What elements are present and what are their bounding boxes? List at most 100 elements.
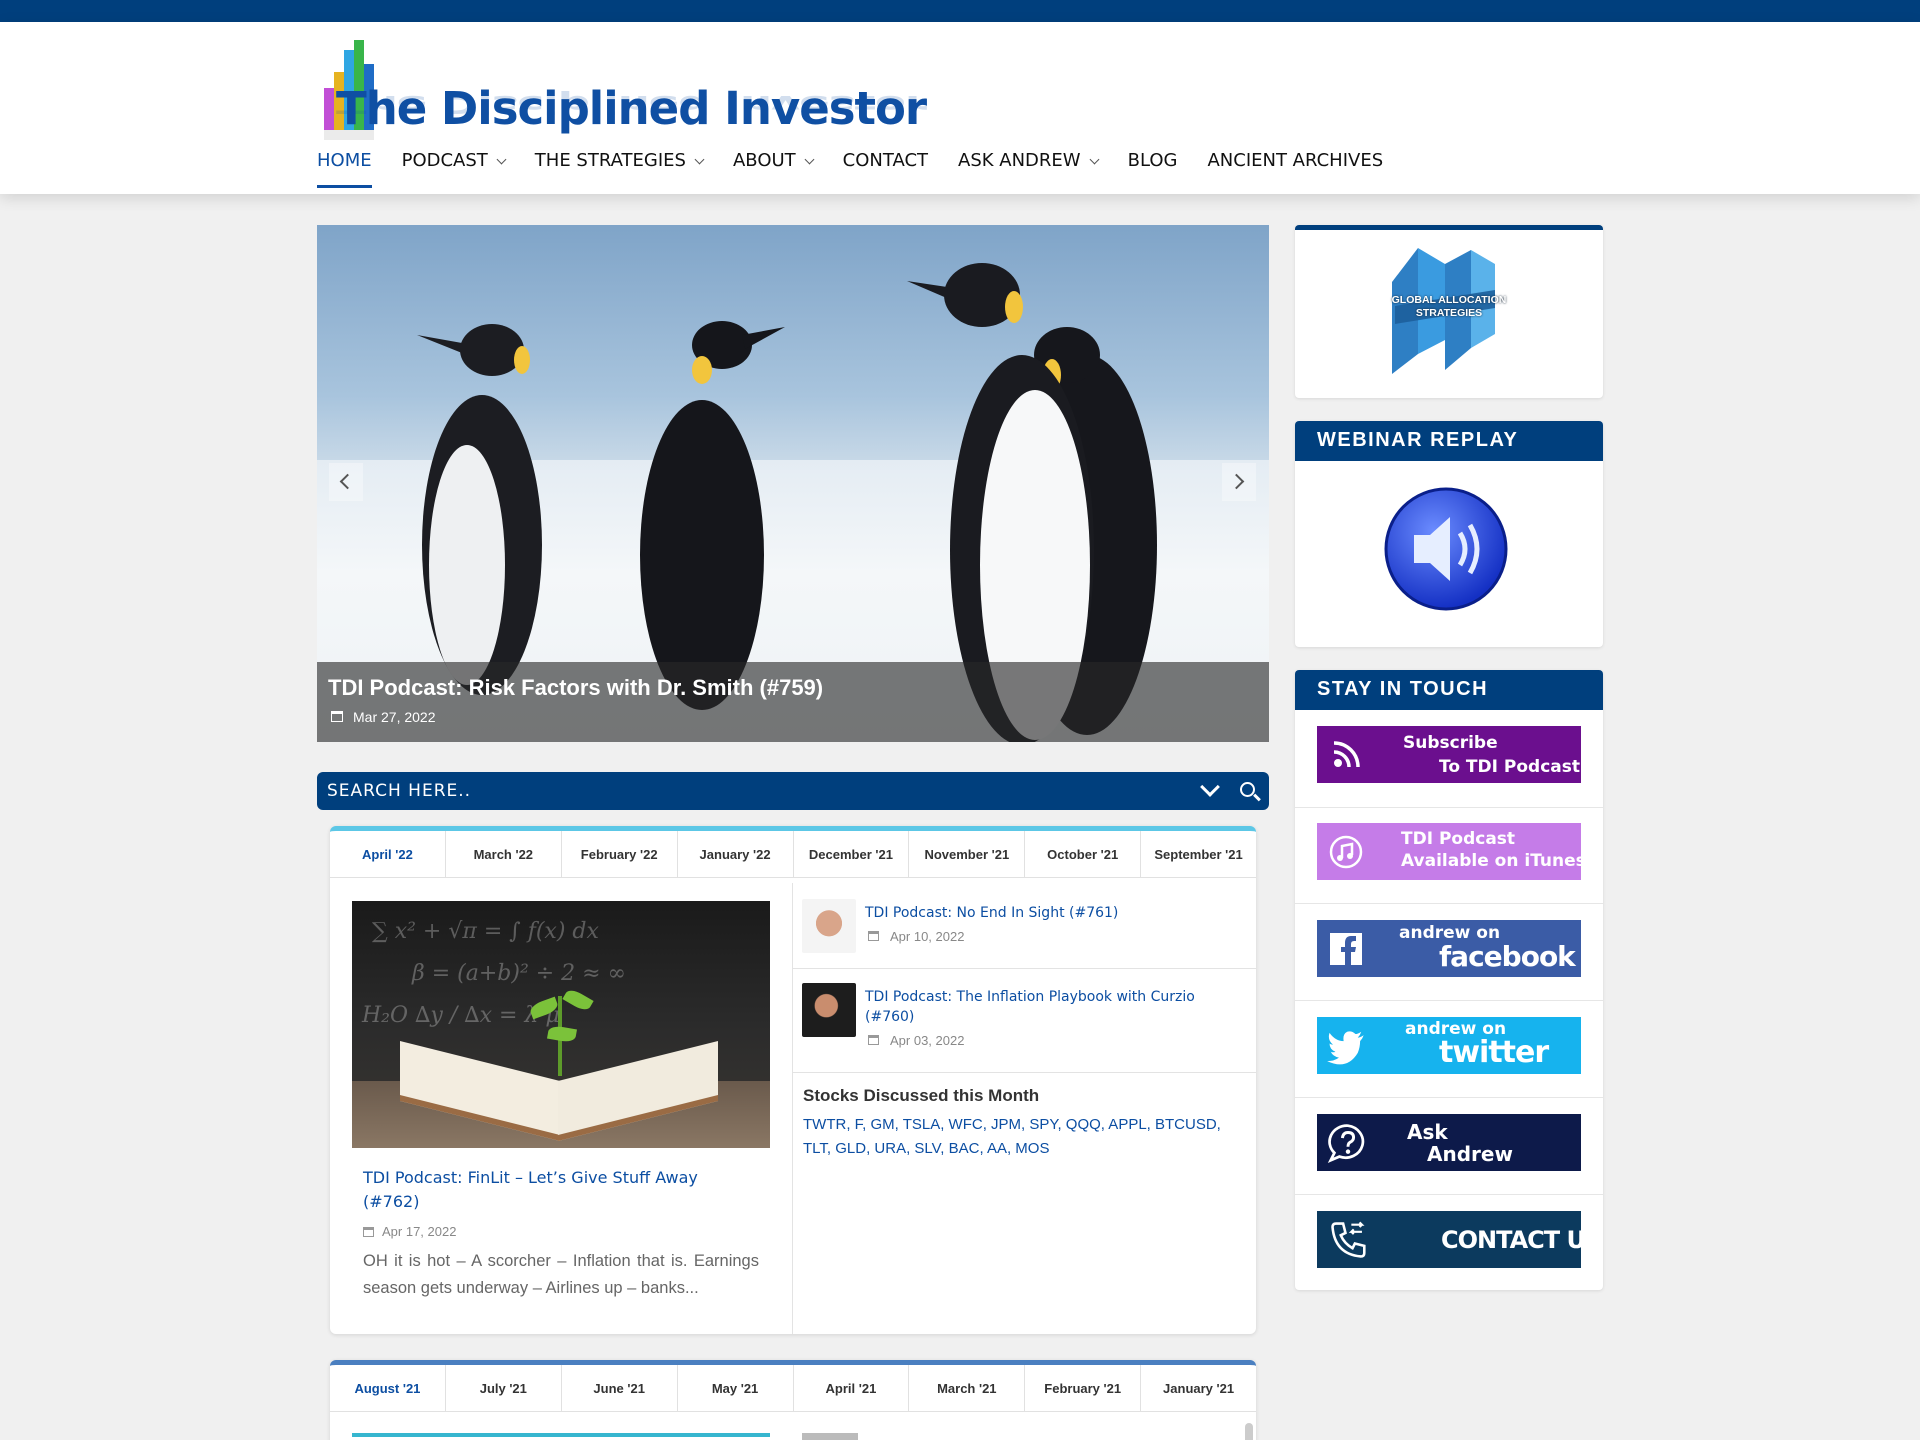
itunes-button[interactable]: TDI Podcast Available on iTunes [1317, 823, 1581, 880]
twitter-button[interactable]: andrew on twitter [1317, 1017, 1581, 1074]
chevron-down-icon[interactable] [1200, 777, 1220, 797]
plant-leaf [562, 986, 594, 1014]
featured-post-image[interactable]: ∑ x² + √π = ∫ f(x) dx β = (a+b)² ÷ 2 ≈ ∞… [352, 901, 770, 1148]
nav-about[interactable]: ABOUT [733, 150, 815, 190]
slider-prev-button[interactable] [329, 463, 363, 501]
chevron-right-icon [1228, 473, 1245, 490]
chevron-down-icon [694, 154, 705, 165]
stocks-heading: Stocks Discussed this Month [803, 1086, 1040, 1105]
slider-next-button[interactable] [1222, 463, 1256, 501]
ask-line2: Andrew [1427, 1142, 1513, 1166]
nav-archives-label: ANCIENT ARCHIVES [1207, 150, 1384, 171]
tab-month[interactable]: April '21 [794, 1365, 910, 1411]
ask-andrew-button[interactable]: Ask Andrew [1317, 1114, 1581, 1171]
sidebar-gas-widget: GLOBAL ALLOCATION STRATEGIES [1295, 225, 1603, 398]
list-item: TDI Podcast: No End In Sight (#761) Apr … [792, 883, 1256, 969]
logo-reflection: The Disciplined Investor [336, 89, 927, 119]
calendar-icon [868, 931, 879, 941]
hero-slider[interactable]: TDI Podcast: Risk Factors with Dr. Smith… [317, 225, 1269, 742]
tab-month[interactable]: September '21 [1141, 831, 1256, 877]
search-input[interactable] [327, 778, 1167, 804]
post-thumbnail[interactable] [802, 1433, 858, 1440]
tab-month[interactable]: April '22 [330, 831, 446, 877]
search-icon[interactable] [1240, 782, 1255, 797]
scrollbar[interactable] [1245, 1423, 1253, 1440]
nav-blog[interactable]: BLOG [1128, 150, 1178, 190]
featured-post-image[interactable] [352, 1433, 770, 1437]
tab-month[interactable]: February '22 [562, 831, 678, 877]
nav-contact-label: CONTACT [842, 150, 929, 171]
podcast-feed-icon [1333, 741, 1360, 768]
sidebar-webinar-widget: WEBINAR REPLAY [1295, 421, 1603, 647]
contact-us-label: CONTACT US [1441, 1226, 1581, 1254]
chevron-down-icon [804, 154, 815, 165]
featured-post-title[interactable]: TDI Podcast: FinLit – Let’s Give Stuff A… [363, 1166, 753, 1214]
nav-ancient-archives[interactable]: ANCIENT ARCHIVES [1207, 150, 1383, 190]
gas-logo-text: GLOBAL ALLOCATION STRATEGIES [1391, 294, 1507, 319]
tab-month[interactable]: January '22 [678, 831, 794, 877]
stocks-list[interactable]: TWTR, F, GM, TSLA, WFC, JPM, SPY, QQQ, A… [803, 1113, 1243, 1161]
phone-icon [1331, 1221, 1366, 1258]
speaker-audio-icon[interactable] [1384, 487, 1514, 617]
itunes-music-icon [1329, 835, 1363, 869]
post-thumbnail[interactable] [802, 983, 856, 1037]
hero-date: Mar 27, 2022 [353, 709, 436, 725]
hero-caption: TDI Podcast: Risk Factors with Dr. Smith… [317, 662, 1269, 742]
question-bubble-icon [1327, 1124, 1365, 1164]
subscribe-line2: To TDI Podcast [1439, 757, 1580, 777]
tab-month[interactable]: March '22 [446, 831, 562, 877]
post-date: Apr 10, 2022 [890, 929, 965, 944]
main-nav: HOME PODCAST THE STRATEGIES ABOUT CONTAC… [317, 150, 1413, 190]
chalkboard-scribbles: β = (a+b)² ÷ 2 ≈ ∞ [412, 961, 626, 986]
tab-month[interactable]: August '21 [330, 1365, 446, 1411]
archive-panel-2: August '21 July '21 June '21 May '21 Apr… [330, 1360, 1256, 1440]
divider [1295, 903, 1603, 904]
ask-line1: Ask [1407, 1120, 1448, 1144]
tab-month[interactable]: October '21 [1025, 831, 1142, 877]
nav-the-strategies[interactable]: THE STRATEGIES [535, 150, 705, 190]
featured-post-excerpt: OH it is hot – A scorcher – Inflation th… [363, 1252, 759, 1297]
post-title[interactable]: TDI Podcast: The Inflation Playbook with… [865, 987, 1235, 1027]
tab-month[interactable]: November '21 [909, 831, 1026, 877]
facebook-icon [1330, 933, 1362, 965]
site-logo[interactable]: The Disciplined Investor The Disciplined… [322, 40, 927, 155]
facebook-line2: facebook [1439, 940, 1576, 973]
nav-home[interactable]: HOME [317, 150, 372, 188]
tab-month[interactable]: February '21 [1025, 1365, 1142, 1411]
post-thumbnail[interactable] [802, 899, 856, 953]
stay-in-touch-heading: STAY IN TOUCH [1295, 670, 1603, 710]
divider [1295, 807, 1603, 808]
tab-month[interactable]: January '21 [1141, 1365, 1256, 1411]
chevron-left-icon [339, 473, 356, 490]
calendar-icon [331, 711, 343, 722]
calendar-icon [868, 1035, 879, 1045]
divider [1295, 1194, 1603, 1195]
list-item: TDI Podcast: The Inflation Playbook with… [792, 969, 1256, 1073]
month-tabs: August '21 July '21 June '21 May '21 Apr… [330, 1365, 1256, 1412]
hero-title[interactable]: TDI Podcast: Risk Factors with Dr. Smith… [328, 675, 823, 701]
nav-podcast-label: PODCAST [401, 150, 488, 171]
archive-panel-1: April '22 March '22 February '22 January… [330, 826, 1256, 1334]
divider [1295, 1097, 1603, 1098]
tab-month[interactable]: June '21 [562, 1365, 678, 1411]
subscribe-podcast-button[interactable]: Subscribe To TDI Podcast [1317, 726, 1581, 783]
calendar-icon [363, 1227, 374, 1237]
tab-month[interactable]: December '21 [794, 831, 910, 877]
nav-podcast[interactable]: PODCAST [401, 150, 507, 190]
contact-us-button[interactable]: CONTACT US [1317, 1211, 1581, 1268]
post-date: Apr 03, 2022 [890, 1033, 965, 1048]
nav-home-label: HOME [317, 150, 372, 171]
twitter-line2: twitter [1439, 1035, 1549, 1070]
nav-ask-andrew[interactable]: ASK ANDREW [958, 150, 1100, 190]
tab-month[interactable]: March '21 [909, 1365, 1026, 1411]
post-title[interactable]: TDI Podcast: No End In Sight (#761) [865, 903, 1235, 923]
itunes-line1: TDI Podcast [1401, 829, 1516, 849]
nav-contact[interactable]: CONTACT [843, 150, 928, 190]
facebook-button[interactable]: andrew on facebook [1317, 920, 1581, 977]
itunes-line2: Available on iTunes [1401, 851, 1581, 871]
nav-blog-label: BLOG [1127, 150, 1178, 171]
tab-month[interactable]: May '21 [678, 1365, 794, 1411]
top-accent-bar [0, 0, 1920, 22]
chalkboard-scribbles: ∑ x² + √π = ∫ f(x) dx [372, 919, 599, 944]
tab-month[interactable]: July '21 [446, 1365, 562, 1411]
